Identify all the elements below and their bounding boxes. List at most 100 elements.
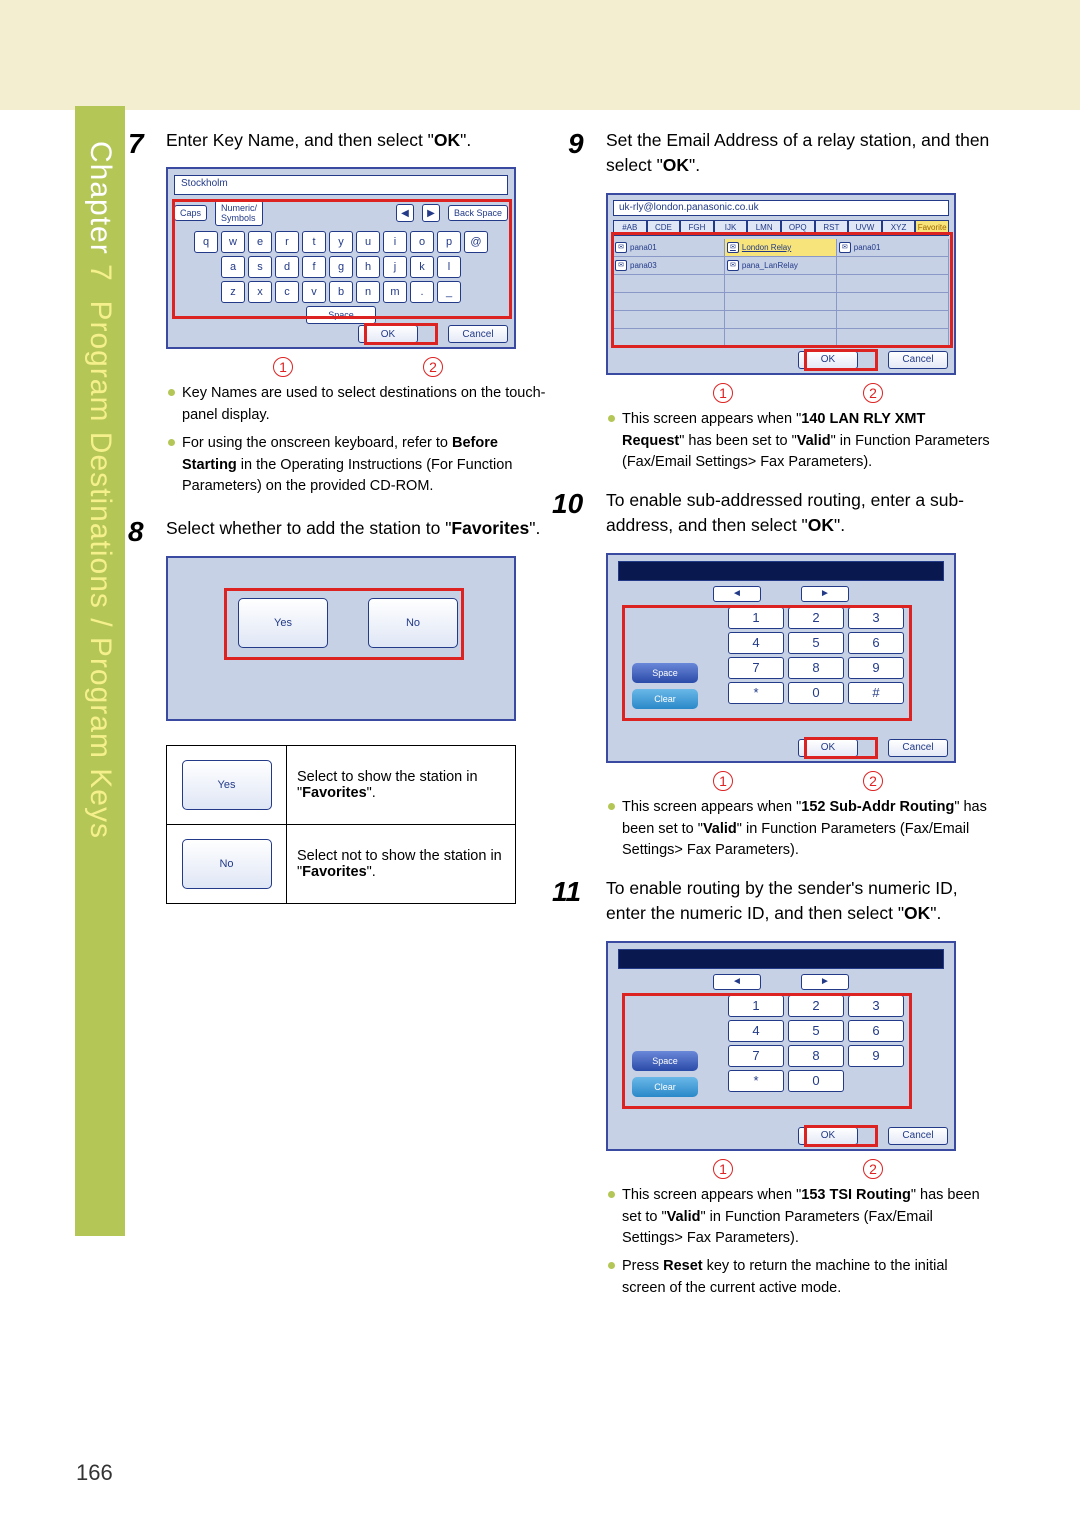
numkey-*[interactable]: * <box>728 1070 784 1092</box>
contact-cell[interactable] <box>613 275 725 292</box>
numkey-6[interactable]: 6 <box>848 1020 904 1042</box>
numkey-0[interactable]: 0 <box>788 1070 844 1092</box>
numkey-9[interactable]: 9 <box>848 1045 904 1067</box>
contact-cell[interactable] <box>613 311 725 328</box>
tab-fgh[interactable]: FGH <box>680 220 714 236</box>
key-c[interactable]: c <box>275 281 299 303</box>
tab-uvw[interactable]: UVW <box>848 220 882 236</box>
numkey-8[interactable]: 8 <box>788 1045 844 1067</box>
key-p[interactable]: p <box>437 231 461 253</box>
keyboard-entry-field[interactable]: Stockholm <box>174 175 508 195</box>
tab-ijk[interactable]: IJK <box>714 220 748 236</box>
numkey-2[interactable]: 2 <box>788 995 844 1017</box>
contact-cell[interactable]: ✉pana_LanRelay <box>725 257 837 274</box>
contact-cell[interactable] <box>613 293 725 310</box>
right-arrow-icon[interactable]: ▶ <box>422 204 440 222</box>
left-arrow-icon[interactable]: ◀ <box>396 204 414 222</box>
key-_[interactable]: _ <box>437 281 461 303</box>
ok-button[interactable]: OK <box>798 739 858 757</box>
clear-button[interactable]: Clear <box>632 689 698 709</box>
caps-button[interactable]: Caps <box>174 205 207 221</box>
cancel-button[interactable]: Cancel <box>888 351 948 369</box>
right-arrow-icon[interactable]: ► <box>801 586 849 602</box>
numkey-6[interactable]: 6 <box>848 632 904 654</box>
contact-cell[interactable] <box>725 275 837 292</box>
numkey-8[interactable]: 8 <box>788 657 844 679</box>
key-.[interactable]: . <box>410 281 434 303</box>
numkey-4[interactable]: 4 <box>728 1020 784 1042</box>
tab-cde[interactable]: CDE <box>647 220 681 236</box>
contact-cell[interactable] <box>725 293 837 310</box>
numkey-*[interactable]: * <box>728 682 784 704</box>
tab-xyz[interactable]: XYZ <box>882 220 916 236</box>
email-address-field[interactable]: uk-rly@london.panasonic.co.uk <box>613 200 949 216</box>
clear-button[interactable]: Clear <box>632 1077 698 1097</box>
contact-cell[interactable]: ✉London Relay <box>725 239 837 256</box>
key-u[interactable]: u <box>356 231 380 253</box>
key-x[interactable]: x <box>248 281 272 303</box>
key-z[interactable]: z <box>221 281 245 303</box>
numkey-7[interactable]: 7 <box>728 1045 784 1067</box>
tab-#ab[interactable]: #AB <box>613 220 647 236</box>
key-q[interactable]: q <box>194 231 218 253</box>
key-n[interactable]: n <box>356 281 380 303</box>
contact-cell[interactable] <box>837 257 949 274</box>
key-y[interactable]: y <box>329 231 353 253</box>
numkey-5[interactable]: 5 <box>788 632 844 654</box>
key-l[interactable]: l <box>437 256 461 278</box>
key-b[interactable]: b <box>329 281 353 303</box>
key-m[interactable]: m <box>383 281 407 303</box>
key-r[interactable]: r <box>275 231 299 253</box>
numkey-3[interactable]: 3 <box>848 995 904 1017</box>
contact-cell[interactable] <box>837 329 949 346</box>
tab-rst[interactable]: RST <box>815 220 849 236</box>
key-d[interactable]: d <box>275 256 299 278</box>
numkey-3[interactable]: 3 <box>848 607 904 629</box>
numkey-4[interactable]: 4 <box>728 632 784 654</box>
key-i[interactable]: i <box>383 231 407 253</box>
numkey-1[interactable]: 1 <box>728 995 784 1017</box>
tab-favorite[interactable]: Favorite <box>915 220 949 236</box>
key-t[interactable]: t <box>302 231 326 253</box>
contact-cell[interactable] <box>837 293 949 310</box>
tab-opq[interactable]: OPQ <box>781 220 815 236</box>
yes-button[interactable]: Yes <box>238 598 328 648</box>
cancel-button[interactable]: Cancel <box>888 1127 948 1145</box>
left-arrow-icon[interactable]: ◄ <box>713 974 761 990</box>
contact-cell[interactable]: ✉pana03 <box>613 257 725 274</box>
space-button[interactable]: Space <box>632 663 698 683</box>
numeric-symbols-button[interactable]: Numeric/ Symbols <box>215 200 263 226</box>
key-s[interactable]: s <box>248 256 272 278</box>
key-k[interactable]: k <box>410 256 434 278</box>
contact-cell[interactable] <box>837 311 949 328</box>
numkey-2[interactable]: 2 <box>788 607 844 629</box>
key-j[interactable]: j <box>383 256 407 278</box>
space-button[interactable]: Space <box>632 1051 698 1071</box>
numkey-5[interactable]: 5 <box>788 1020 844 1042</box>
numkey-1[interactable]: 1 <box>728 607 784 629</box>
cancel-button[interactable]: Cancel <box>448 325 508 343</box>
space-key[interactable]: Space <box>306 306 376 324</box>
key-v[interactable]: v <box>302 281 326 303</box>
ok-button[interactable]: OK <box>358 325 418 343</box>
right-arrow-icon[interactable]: ► <box>801 974 849 990</box>
numkey-0[interactable]: 0 <box>788 682 844 704</box>
key-e[interactable]: e <box>248 231 272 253</box>
contact-cell[interactable]: ✉pana01 <box>613 239 725 256</box>
numkey-9[interactable]: 9 <box>848 657 904 679</box>
tab-lmn[interactable]: LMN <box>747 220 781 236</box>
numkey-#[interactable]: # <box>848 682 904 704</box>
contact-cell[interactable]: ✉pana01 <box>837 239 949 256</box>
key-@[interactable]: @ <box>464 231 488 253</box>
contact-cell[interactable] <box>725 311 837 328</box>
key-w[interactable]: w <box>221 231 245 253</box>
cancel-button[interactable]: Cancel <box>888 739 948 757</box>
key-h[interactable]: h <box>356 256 380 278</box>
key-g[interactable]: g <box>329 256 353 278</box>
contact-cell[interactable] <box>837 275 949 292</box>
contact-cell[interactable] <box>613 329 725 346</box>
ok-button[interactable]: OK <box>798 1127 858 1145</box>
ok-button[interactable]: OK <box>798 351 858 369</box>
backspace-button[interactable]: Back Space <box>448 205 508 221</box>
contact-cell[interactable] <box>725 329 837 346</box>
